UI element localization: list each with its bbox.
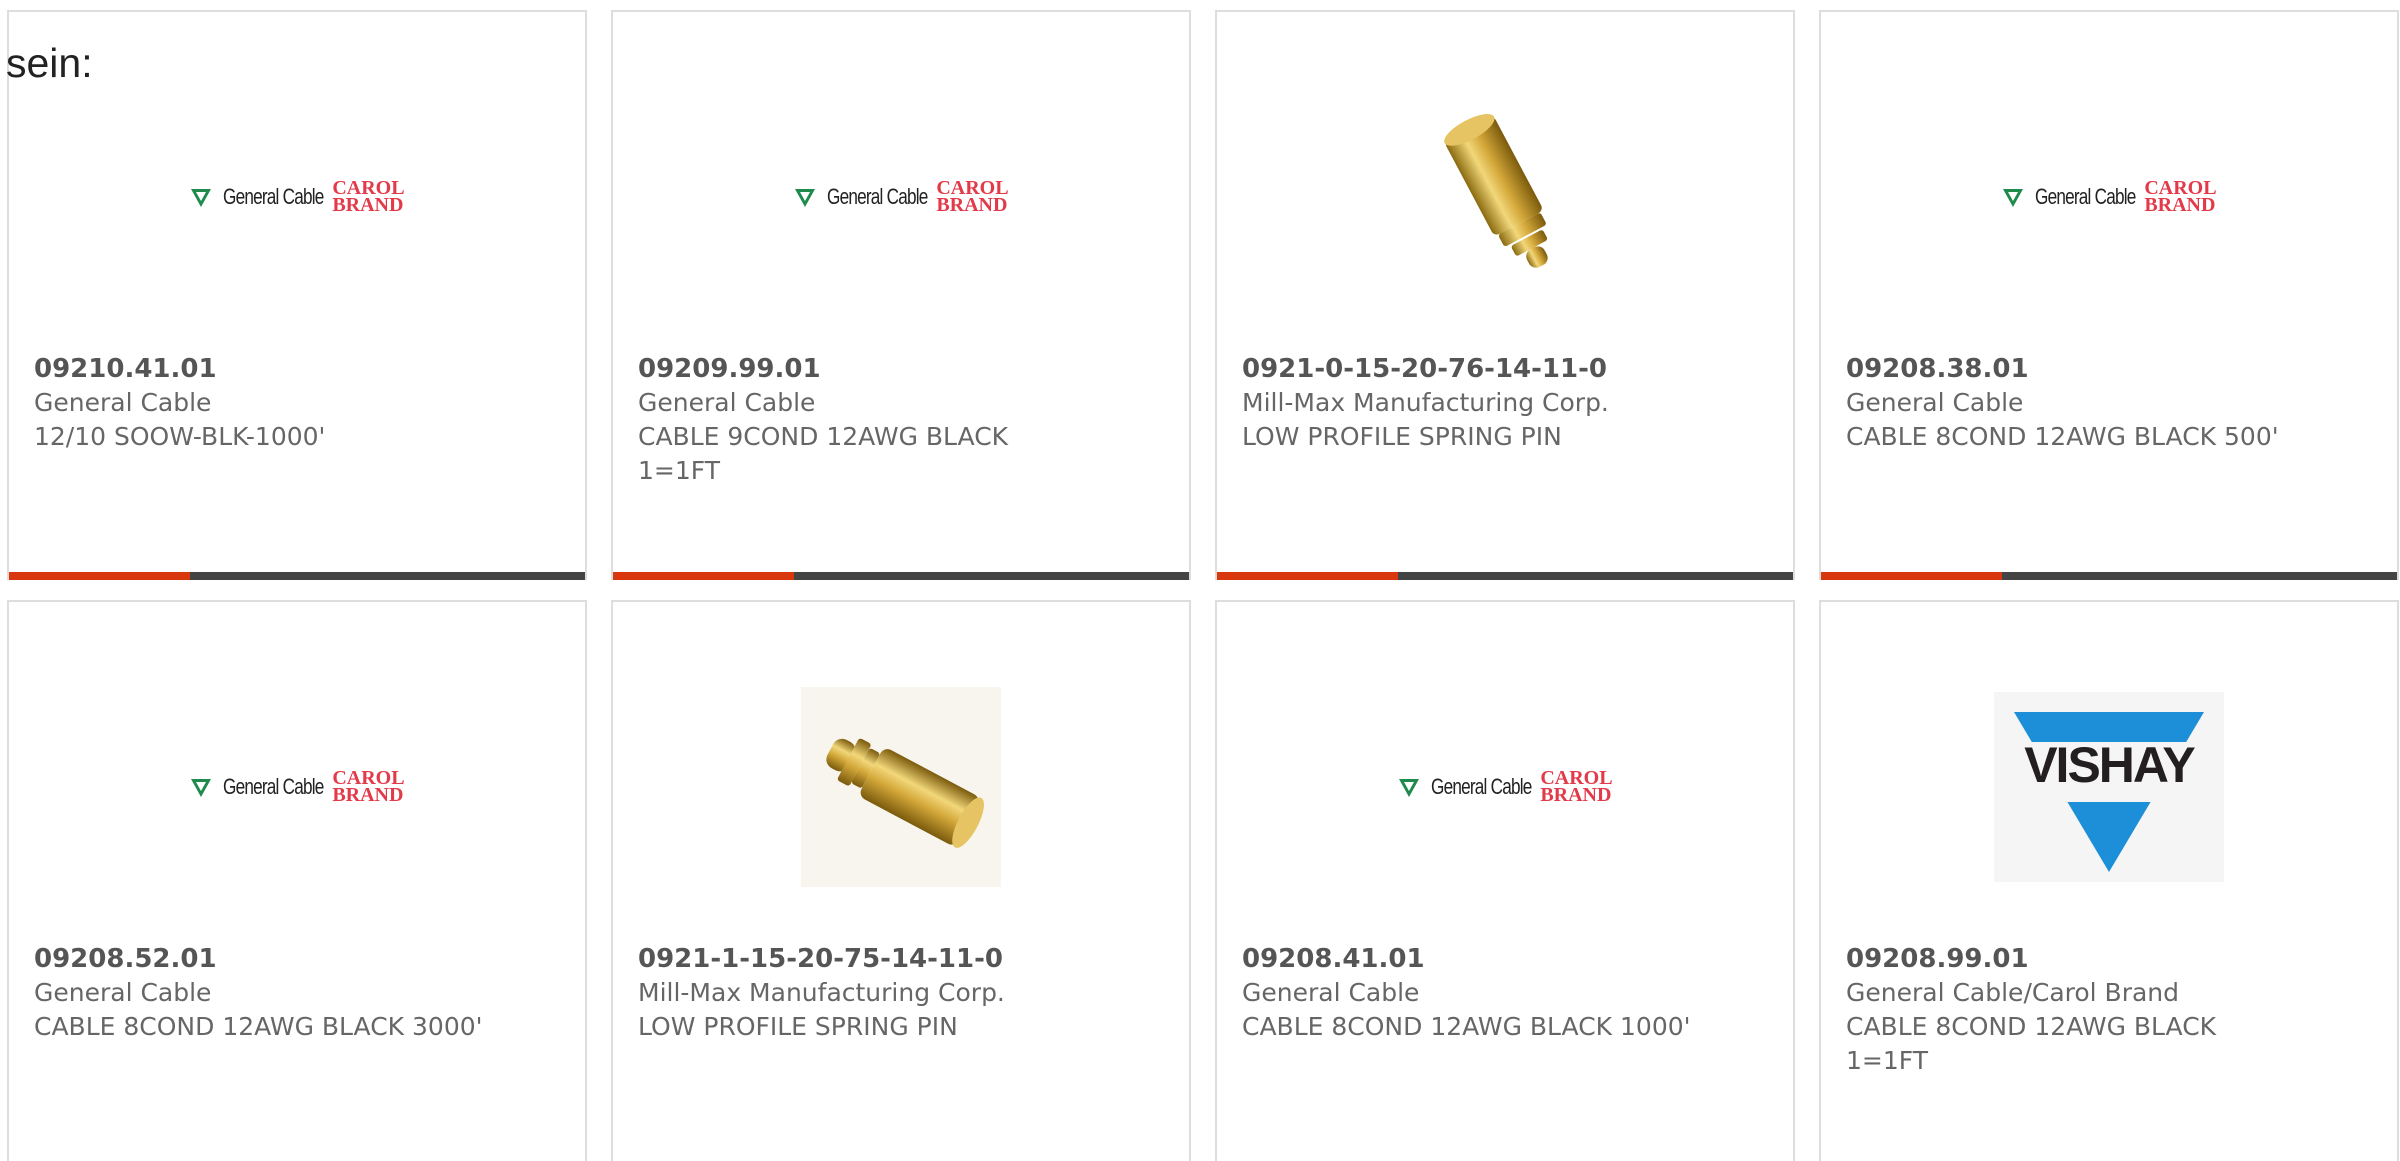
product-card[interactable]: VISHAY 09208.99.01 General Cable/Carol B… (1819, 600, 2399, 1161)
general-cable-wordmark: General Cable (223, 184, 324, 209)
product-card[interactable]: General Cable CAROL BRAND 09209.99.01 Gen… (611, 10, 1191, 580)
shield-icon (795, 189, 816, 207)
general-cable-carol-brand-logo: General Cable CAROL BRAND (2001, 177, 2217, 216)
part-number-link[interactable]: 09208.38.01 (1846, 352, 2377, 386)
general-cable-wordmark: General Cable (827, 184, 928, 209)
accent-bar (9, 572, 585, 580)
accent-bar (1217, 572, 1793, 580)
manufacturer: General Cable (34, 388, 212, 417)
product-card[interactable]: General Cable CAROL BRAND 09208.38.01 Gen… (1819, 10, 2399, 580)
shield-icon (191, 189, 212, 207)
manufacturer: General Cable (1242, 978, 1420, 1007)
manufacturer: General Cable (1846, 388, 2024, 417)
product-image[interactable]: General Cable CAROL BRAND (1217, 642, 1793, 932)
description: CABLE 8COND 12AWG BLACK 1000' (1242, 1012, 1691, 1041)
manufacturer: General Cable (638, 388, 816, 417)
general-cable-wordmark: General Cable (2035, 184, 2136, 209)
accent-bar-fill (613, 572, 795, 580)
description: 12/10 SOOW-BLK-1000' (34, 422, 326, 451)
vishay-logo: VISHAY (1994, 692, 2224, 882)
shield-icon (191, 779, 212, 797)
manufacturer: Mill-Max Manufacturing Corp. (638, 978, 1005, 1007)
part-number-link[interactable]: 09208.99.01 (1846, 942, 2377, 976)
description: CABLE 8COND 12AWG BLACK 3000' (34, 1012, 483, 1041)
accent-bar (1821, 572, 2397, 580)
spring-pin-image (1444, 114, 1548, 268)
product-image[interactable] (613, 642, 1189, 932)
shield-icon (2003, 189, 2024, 207)
general-cable-carol-brand-logo: General Cable CAROL BRAND (189, 767, 405, 806)
general-cable-wordmark: General Cable (223, 774, 324, 799)
product-image[interactable] (1217, 52, 1793, 342)
part-number-link[interactable]: 0921-0-15-20-76-14-11-0 (1242, 352, 1773, 386)
description: LOW PROFILE SPRING PIN (638, 1012, 958, 1041)
product-image[interactable]: General Cable CAROL BRAND (1821, 52, 2397, 342)
product-card[interactable]: General Cable CAROL BRAND 09208.52.01 Gen… (7, 600, 587, 1161)
description: LOW PROFILE SPRING PIN (1242, 422, 1562, 451)
product-image[interactable]: General Cable CAROL BRAND (613, 52, 1189, 342)
description: CABLE 8COND 12AWG BLACK 1=1FT (1846, 1012, 2217, 1075)
part-number-link[interactable]: 09208.52.01 (34, 942, 565, 976)
product-card[interactable]: General Cable CAROL BRAND 09210.41.01 Gen… (7, 10, 587, 580)
description: CABLE 8COND 12AWG BLACK 500' (1846, 422, 2279, 451)
general-cable-carol-brand-logo: General Cable CAROL BRAND (793, 177, 1009, 216)
accent-bar-fill (9, 572, 191, 580)
carol-brand-wordmark: CAROL BRAND (936, 177, 1009, 216)
manufacturer: General Cable (34, 978, 212, 1007)
product-image[interactable]: General Cable CAROL BRAND (9, 52, 585, 342)
part-number-link[interactable]: 09209.99.01 (638, 352, 1169, 386)
general-cable-carol-brand-logo: General Cable CAROL BRAND (189, 177, 405, 216)
product-image[interactable]: General Cable CAROL BRAND (9, 642, 585, 932)
part-number-link[interactable]: 0921-1-15-20-75-14-11-0 (638, 942, 1169, 976)
manufacturer: General Cable/Carol Brand (1846, 978, 2180, 1007)
product-card[interactable]: 0921-1-15-20-75-14-11-0 Mill-Max Manufac… (611, 600, 1191, 1161)
product-image[interactable]: VISHAY (1821, 642, 2397, 932)
vishay-wordmark: VISHAY (2024, 737, 2196, 793)
description: CABLE 9COND 12AWG BLACK 1=1FT (638, 422, 1009, 485)
spring-pin-image (801, 687, 1001, 887)
carol-brand-wordmark: CAROL BRAND (1540, 767, 1613, 806)
carol-brand-wordmark: CAROL BRAND (332, 767, 405, 806)
accent-bar-fill (1821, 572, 2003, 580)
part-number-link[interactable]: 09210.41.01 (34, 352, 565, 386)
product-card[interactable]: 0921-0-15-20-76-14-11-0 Mill-Max Manufac… (1215, 10, 1795, 580)
product-card[interactable]: General Cable CAROL BRAND 09208.41.01 Gen… (1215, 600, 1795, 1161)
part-number-link[interactable]: 09208.41.01 (1242, 942, 1773, 976)
general-cable-carol-brand-logo: General Cable CAROL BRAND (1397, 767, 1613, 806)
intro-text: sein: (6, 40, 93, 86)
carol-brand-wordmark: CAROL BRAND (2144, 177, 2217, 216)
general-cable-wordmark: General Cable (1431, 774, 1532, 799)
carol-brand-wordmark: CAROL BRAND (332, 177, 405, 216)
accent-bar (613, 572, 1189, 580)
shield-icon (1399, 779, 1420, 797)
accent-bar-fill (1217, 572, 1399, 580)
manufacturer: Mill-Max Manufacturing Corp. (1242, 388, 1609, 417)
